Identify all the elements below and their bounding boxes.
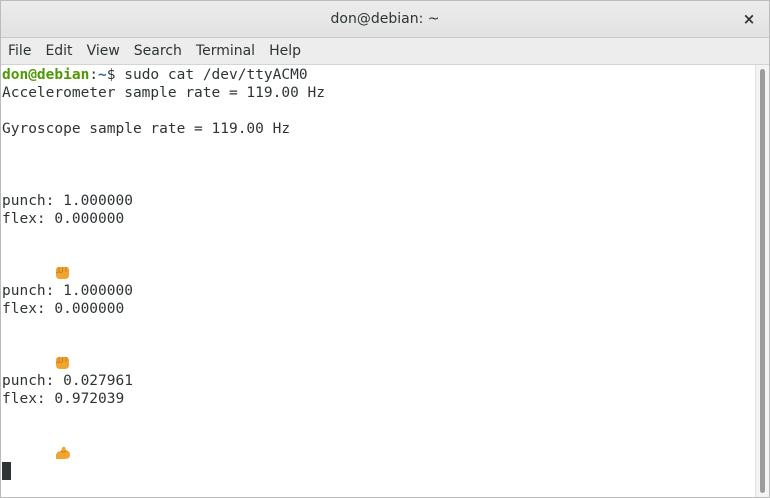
close-button[interactable]: × [737, 7, 761, 31]
prompt-user-host: don@debian [2, 67, 90, 83]
window-title: don@debian: ~ [330, 11, 440, 27]
emoji-line [2, 246, 755, 279]
terminal-cursor [2, 462, 11, 480]
output-line-flex: flex: 0.000000 [2, 211, 125, 227]
output-line-punch: punch: 1.000000 [2, 193, 133, 209]
output-line-punch: punch: 1.000000 [2, 283, 133, 299]
menu-terminal[interactable]: Terminal [189, 38, 262, 65]
menu-search[interactable]: Search [127, 38, 189, 65]
output-line-punch: punch: 0.027961 [2, 373, 133, 389]
menu-edit[interactable]: Edit [38, 38, 79, 65]
prompt-line: don@debian:~$ sudo cat /dev/ttyACM0 [2, 66, 755, 84]
prompt-separator: : [89, 67, 99, 83]
cursor-line [2, 462, 755, 480]
menu-help[interactable]: Help [262, 38, 308, 65]
fist-icon [56, 267, 70, 279]
output-line-flex: flex: 0.000000 [2, 301, 125, 317]
menu-view[interactable]: View [80, 38, 127, 65]
flexed-biceps-icon [56, 446, 71, 459]
title-bar[interactable]: don@debian: ~ × [1, 1, 769, 38]
vertical-scrollbar[interactable] [755, 65, 769, 497]
output-line-flex: flex: 0.972039 [2, 391, 125, 407]
emoji-line [2, 336, 755, 369]
menu-bar: File Edit View Search Terminal Help [1, 38, 769, 65]
output-line-accel: Accelerometer sample rate = 119.00 Hz [2, 85, 326, 101]
emoji-line [2, 426, 755, 459]
close-icon: × [742, 10, 756, 28]
terminal-window: don@debian: ~ × File Edit View Search Te… [0, 0, 770, 498]
prompt-path: ~ [98, 67, 107, 83]
output-line-gyro: Gyroscope sample rate = 119.00 Hz [2, 121, 291, 137]
prompt-symbol: $ [106, 67, 116, 83]
prompt-command: sudo cat /dev/ttyACM0 [115, 67, 308, 83]
terminal-output[interactable]: don@debian:~$ sudo cat /dev/ttyACM0 Acce… [1, 65, 755, 497]
fist-icon [56, 357, 70, 369]
menu-file[interactable]: File [1, 38, 38, 65]
scrollbar-thumb[interactable] [760, 69, 765, 493]
